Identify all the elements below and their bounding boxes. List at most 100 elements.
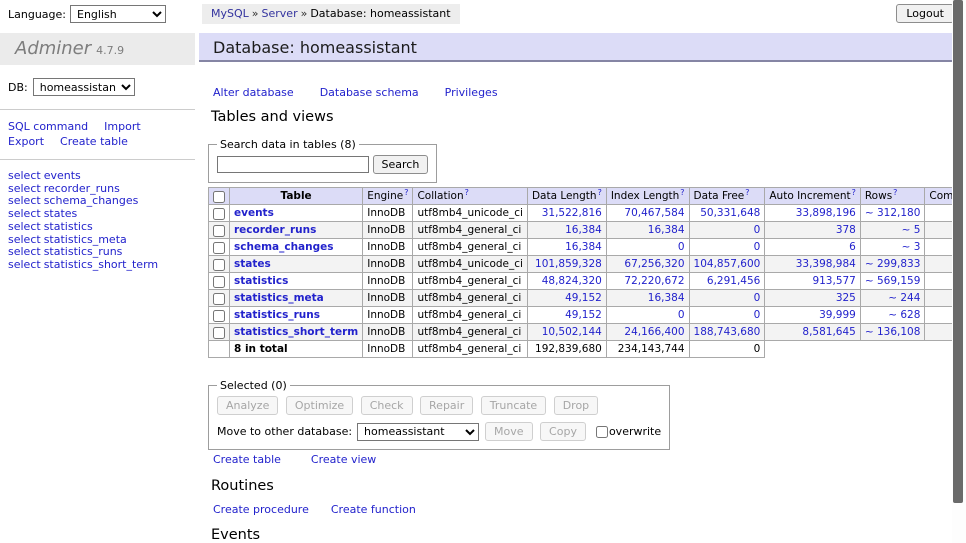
data-length-link[interactable]: 16,384 [565,224,602,236]
sidebar-select-link[interactable]: select [8,245,41,258]
column-help-link[interactable]: ? [745,188,749,197]
data-free-link[interactable]: 0 [754,241,761,253]
data-free-link[interactable]: 50,331,648 [700,207,760,219]
scrollbar-thumb[interactable] [953,0,963,503]
index-length-link[interactable]: 67,256,320 [624,258,684,270]
sql-command-link[interactable]: SQL command [8,120,88,133]
data-free-link[interactable]: 6,291,456 [707,275,760,287]
move-button[interactable]: Move [485,422,533,441]
auto-increment-link[interactable]: 39,999 [819,309,856,321]
data-length-link[interactable]: 31,522,816 [542,207,602,219]
column-help-link[interactable]: ? [680,188,684,197]
scrollbar-track[interactable] [952,0,966,543]
auto-increment-link[interactable]: 378 [836,224,856,236]
rows-link[interactable]: ~ 628 [888,309,920,321]
data-length-link[interactable]: 49,152 [565,309,602,321]
index-length-link[interactable]: 0 [678,309,685,321]
rows-link[interactable]: ~ 299,833 [865,258,921,270]
data-free-link[interactable]: 0 [754,224,761,236]
table-name-link[interactable]: statistics [234,275,288,287]
sidebar-table-link[interactable]: recorder_runs [44,182,120,195]
auto-increment-link[interactable]: 913,577 [812,275,855,287]
alter-database-link[interactable]: Alter database [213,86,294,99]
breadcrumb-mysql-link[interactable]: MySQL [211,7,249,20]
row-checkbox[interactable] [213,293,225,305]
sidebar-table-link[interactable]: states [44,207,78,220]
sidebar-select-link[interactable]: select [8,194,41,207]
create-procedure-link[interactable]: Create procedure [213,503,309,516]
sidebar-select-link[interactable]: select [8,169,41,182]
column-help-link[interactable]: ? [893,188,897,197]
sidebar-table-link[interactable]: schema_changes [44,194,139,207]
sidebar-table-link[interactable]: events [44,169,81,182]
data-free-link[interactable]: 104,857,600 [694,258,761,270]
row-checkbox[interactable] [213,327,225,339]
table-name-link[interactable]: events [234,207,274,219]
overwrite-checkbox[interactable] [596,426,608,438]
copy-button[interactable]: Copy [540,422,586,441]
column-help-link[interactable]: ? [465,188,469,197]
column-help-link[interactable]: ? [404,188,408,197]
bulk-action-button[interactable]: Repair [420,396,473,415]
create-table-link[interactable]: Create table [213,453,281,466]
sidebar-table-link[interactable]: statistics_short_term [44,258,158,271]
privileges-link[interactable]: Privileges [445,86,498,99]
bulk-action-button[interactable]: Drop [554,396,598,415]
auto-increment-link[interactable]: 6 [849,241,856,253]
table-name-link[interactable]: statistics_runs [234,309,320,321]
table-name-link[interactable]: statistics_short_term [234,326,358,338]
index-length-link[interactable]: 24,166,400 [624,326,684,338]
database-schema-link[interactable]: Database schema [320,86,419,99]
row-checkbox[interactable] [213,242,225,254]
import-link[interactable]: Import [104,120,141,133]
sidebar-table-link[interactable]: statistics_runs [44,245,123,258]
db-select[interactable]: homeassistant [33,78,135,96]
create-table-nav-link[interactable]: Create table [60,135,128,148]
data-length-link[interactable]: 48,824,320 [542,275,602,287]
index-length-link[interactable]: 16,384 [648,224,685,236]
bulk-action-button[interactable]: Analyze [217,396,278,415]
rows-link[interactable]: ~ 244 [888,292,920,304]
table-name-link[interactable]: recorder_runs [234,224,316,236]
breadcrumb-server-link[interactable]: Server [262,7,298,20]
row-checkbox[interactable] [213,310,225,322]
row-checkbox[interactable] [213,259,225,271]
index-length-link[interactable]: 0 [678,241,685,253]
row-checkbox[interactable] [213,208,225,220]
data-free-link[interactable]: 0 [754,292,761,304]
select-all-checkbox[interactable] [213,191,225,203]
data-free-link[interactable]: 0 [754,309,761,321]
sidebar-select-link[interactable]: select [8,182,41,195]
rows-link[interactable]: ~ 312,180 [865,207,921,219]
table-name-link[interactable]: states [234,258,271,270]
export-link[interactable]: Export [8,135,44,148]
index-length-link[interactable]: 16,384 [648,292,685,304]
create-view-link[interactable]: Create view [311,453,376,466]
data-length-link[interactable]: 16,384 [565,241,602,253]
sidebar-select-link[interactable]: select [8,258,41,271]
auto-increment-link[interactable]: 8,581,645 [802,326,855,338]
row-checkbox[interactable] [213,276,225,288]
auto-increment-link[interactable]: 33,398,984 [796,258,856,270]
search-input[interactable] [217,156,369,173]
sidebar-select-link[interactable]: select [8,207,41,220]
rows-link[interactable]: ~ 3 [902,241,921,253]
bulk-action-button[interactable]: Truncate [481,396,546,415]
auto-increment-link[interactable]: 325 [836,292,856,304]
table-name-link[interactable]: schema_changes [234,241,334,253]
data-free-link[interactable]: 188,743,680 [694,326,761,338]
column-help-link[interactable]: ? [598,188,602,197]
row-checkbox[interactable] [213,225,225,237]
search-button[interactable]: Search [373,155,429,174]
data-length-link[interactable]: 10,502,144 [542,326,602,338]
move-db-select[interactable]: homeassistant [357,423,479,441]
data-length-link[interactable]: 101,859,328 [535,258,602,270]
sidebar-select-link[interactable]: select [8,233,41,246]
rows-link[interactable]: ~ 569,159 [865,275,921,287]
sidebar-table-link[interactable]: statistics [44,220,93,233]
auto-increment-link[interactable]: 33,898,196 [796,207,856,219]
column-help-link[interactable]: ? [852,188,856,197]
bulk-action-button[interactable]: Optimize [286,396,353,415]
table-name-link[interactable]: statistics_meta [234,292,324,304]
sidebar-select-link[interactable]: select [8,220,41,233]
